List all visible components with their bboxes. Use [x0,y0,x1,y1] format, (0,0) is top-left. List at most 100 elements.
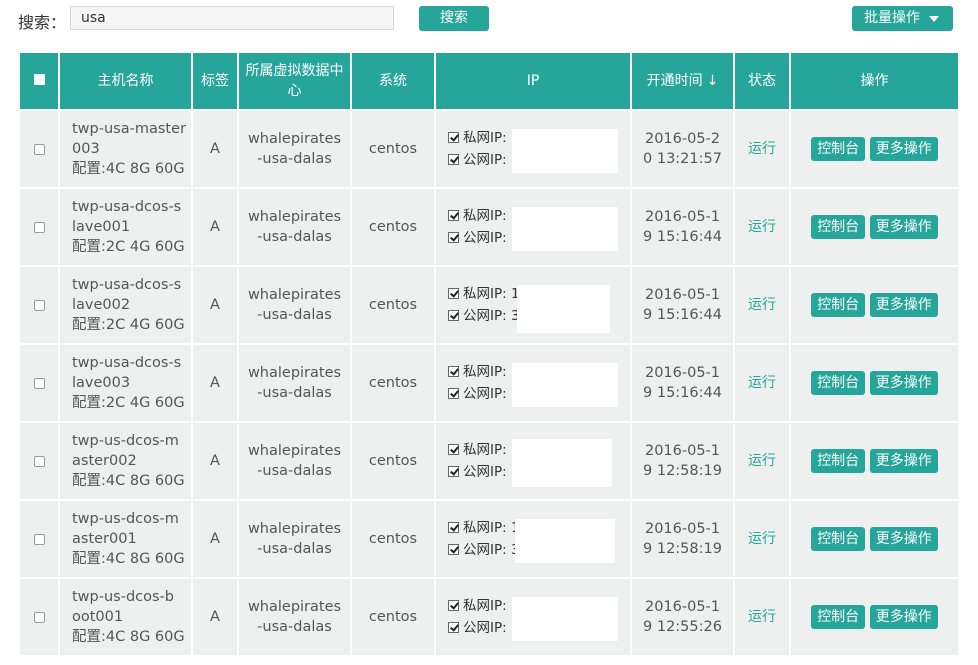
host-name-cell: twp-usa-master 003 配置:4C 8G 60G [60,111,191,187]
col-action: 操作 [791,53,958,109]
console-button[interactable]: 控制台 [811,449,866,473]
datacenter-cell: whalepirates -usa-dalas [239,189,350,265]
host-name-line-2: lave002 [72,297,131,313]
tag-cell: A [193,501,237,577]
more-actions-button[interactable]: 更多操作 [869,293,938,317]
row-checkbox[interactable] [33,221,45,233]
private-ip-checkbox[interactable] [448,600,459,611]
console-button[interactable]: 控制台 [811,137,866,161]
public-ip-label: 公网IP: [463,464,507,480]
datacenter-cell: whalepirates -usa-dalas [239,501,350,577]
status-text: 运行 [748,141,776,157]
private-ip-checkbox[interactable] [448,210,459,221]
select-all-checkbox[interactable] [33,74,45,85]
open-time-line-2: 9 15:16:44 [643,229,722,245]
table-row[interactable]: twp-usa-dcos-s lave001 配置:2C 4G 60G Awhalep… [20,189,958,265]
search-bar: 搜索： usa 搜索 批量操作 [0,0,978,40]
col-open-time[interactable]: 开通时间 ↓ [632,53,733,109]
public-ip-label: 公网IP: [463,386,507,402]
sort-down-icon[interactable]: ↓ [707,71,719,91]
table-row[interactable]: twp-us-dcos-m aster001 配置:4C 8G 60G Awhalep… [20,501,958,577]
public-ip-checkbox[interactable] [448,310,459,321]
host-config: 配置:4C 8G 60G [72,551,185,567]
tag-cell: A [193,189,237,265]
public-ip-checkbox[interactable] [448,154,459,165]
private-ip-checkbox[interactable] [448,444,459,455]
row-checkbox[interactable] [33,377,45,389]
console-button[interactable]: 控制台 [811,215,866,239]
table-row[interactable]: twp-usa-dcos-s lave002 配置:2C 4G 60G Awhalep… [20,267,958,343]
open-time-cell: 2016-05-2 0 13:21:57 [632,111,733,187]
caret-down-icon [929,16,939,22]
host-config: 配置:2C 4G 60G [72,239,185,255]
open-time-line-1: 2016-05-1 [644,287,721,303]
open-time-cell: 2016-05-1 9 12:58:19 [632,501,733,577]
redaction-box [512,207,618,251]
open-time-line-1: 2016-05-2 [644,131,721,147]
host-name-line-2: 003 [72,141,100,157]
status-cell: 运行 [735,423,789,499]
host-name-cell: twp-us-dcos-b oot001 配置:4C 8G 60G [60,579,191,655]
more-actions-button[interactable]: 更多操作 [869,215,938,239]
table-row[interactable]: twp-us-dcos-b oot001 配置:4C 8G 60G Awhalepir… [20,579,958,655]
os-cell: centos [352,345,434,421]
host-config: 配置:2C 4G 60G [72,317,185,333]
private-ip-checkbox[interactable] [448,366,459,377]
more-actions-button[interactable]: 更多操作 [869,137,938,161]
host-name-line-1: twp-usa-dcos-s [72,277,182,293]
row-checkbox[interactable] [33,611,45,623]
redaction-box [512,129,618,173]
batch-operation-button[interactable]: 批量操作 [852,6,953,31]
ip-cell: 私网IP: 公网IP: [436,579,630,655]
row-checkbox[interactable] [33,533,45,545]
more-actions-button[interactable]: 更多操作 [869,449,938,473]
open-time-line-2: 9 15:16:44 [643,307,722,323]
os-cell: centos [352,579,434,655]
row-select-cell [20,501,58,577]
open-time-cell: 2016-05-1 9 15:16:44 [632,267,733,343]
table-row[interactable]: twp-usa-master 003 配置:4C 8G 60G Awhalepirat… [20,111,958,187]
col-os: 系统 [352,53,434,109]
os-cell: centos [352,423,434,499]
batch-operation-label: 批量操作 [864,10,920,26]
row-checkbox[interactable] [33,143,45,155]
status-cell: 运行 [735,501,789,577]
public-ip-checkbox[interactable] [448,622,459,633]
more-actions-button[interactable]: 更多操作 [869,527,938,551]
public-ip-checkbox[interactable] [448,388,459,399]
host-name-line-1: twp-usa-master [72,121,186,137]
open-time-line-2: 9 12:55:26 [643,619,722,635]
host-name-line-2: aster002 [72,453,137,469]
public-ip-label: 公网IP: [463,152,507,168]
search-input[interactable]: usa [70,6,394,30]
status-text: 运行 [748,219,776,235]
open-time-line-2: 9 15:16:44 [643,385,722,401]
public-ip-checkbox[interactable] [448,232,459,243]
public-ip-checkbox[interactable] [448,466,459,477]
private-ip-checkbox[interactable] [448,522,459,533]
open-time-line-1: 2016-05-1 [644,599,721,615]
more-actions-button[interactable]: 更多操作 [869,605,938,629]
private-ip-checkbox[interactable] [448,132,459,143]
console-button[interactable]: 控制台 [811,605,866,629]
private-ip-checkbox[interactable] [448,288,459,299]
action-cell: 控制台 更多操作 [791,189,958,265]
console-button[interactable]: 控制台 [811,293,866,317]
console-button[interactable]: 控制台 [811,371,866,395]
row-checkbox[interactable] [33,299,45,311]
more-actions-button[interactable]: 更多操作 [869,371,938,395]
status-cell: 运行 [735,267,789,343]
table-row[interactable]: twp-us-dcos-m aster002 配置:4C 8G 60G Awhalep… [20,423,958,499]
datacenter-cell: whalepirates -usa-dalas [239,423,350,499]
table-row[interactable]: twp-usa-dcos-s lave003 配置:2C 4G 60G Awhalep… [20,345,958,421]
console-button[interactable]: 控制台 [811,527,866,551]
action-cell: 控制台 更多操作 [791,423,958,499]
status-text: 运行 [748,609,776,625]
row-select-cell [20,579,58,655]
select-all-cell [20,53,58,109]
status-text: 运行 [748,297,776,313]
row-checkbox[interactable] [33,455,45,467]
public-ip-checkbox[interactable] [448,544,459,555]
datacenter-cell: whalepirates -usa-dalas [239,111,350,187]
search-button[interactable]: 搜索 [419,6,489,31]
